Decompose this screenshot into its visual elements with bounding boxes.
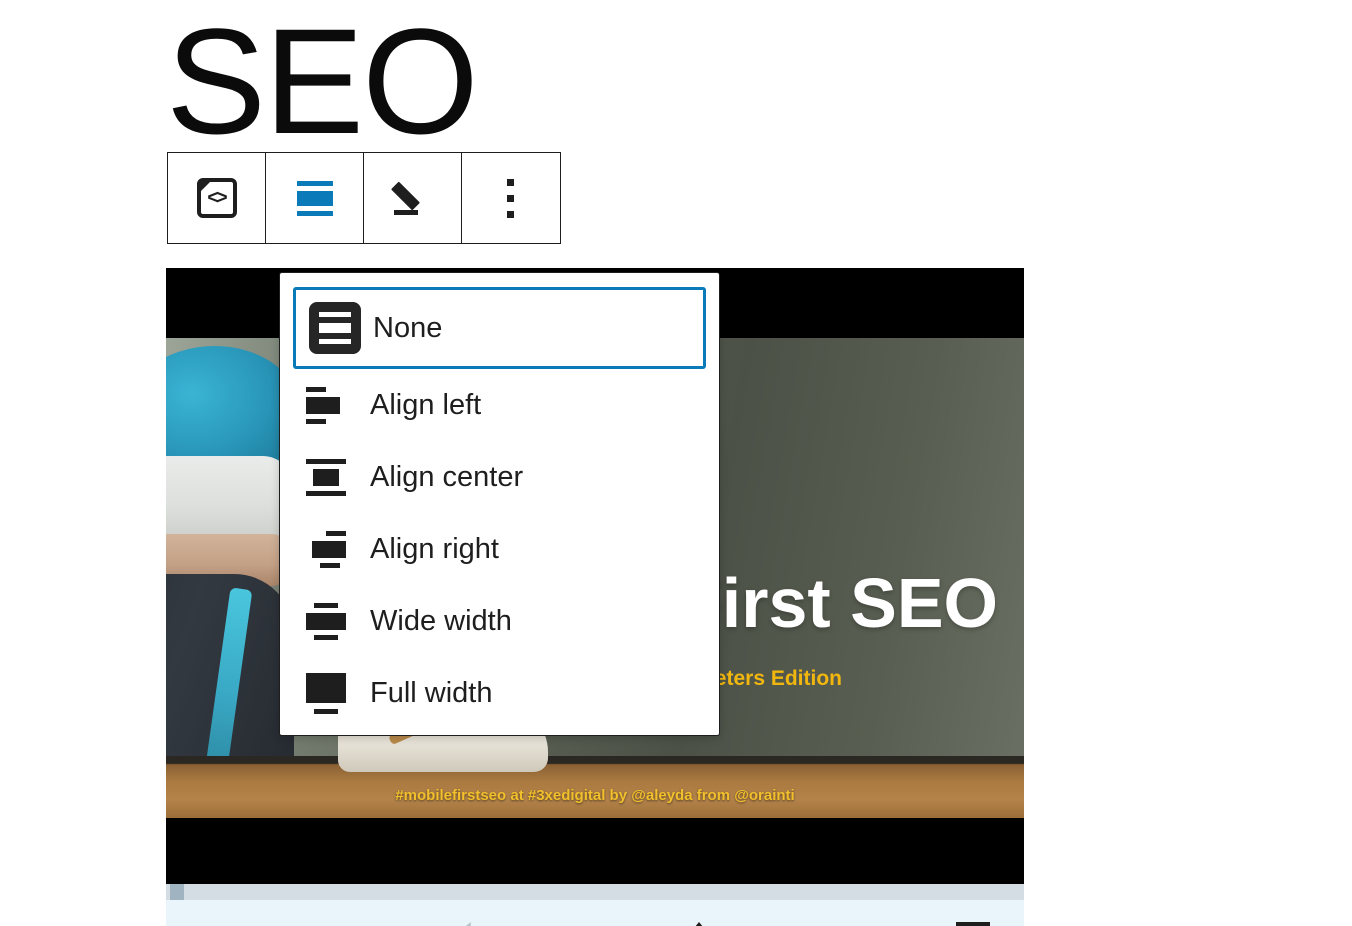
align-none-icon-shape	[309, 302, 361, 354]
dot-3	[507, 210, 514, 218]
center-icon-block	[313, 468, 339, 486]
none-icon-bar-top	[319, 312, 351, 317]
align-right-icon-shape	[306, 530, 346, 568]
full-icon-block	[306, 672, 346, 703]
align-center-icon	[306, 458, 358, 496]
menu-item-full-width[interactable]: Full width	[280, 657, 719, 729]
align-center-icon-shape	[306, 458, 346, 496]
slide-caption: #mobilefirstseo at #3xedigital by @aleyd…	[395, 787, 795, 804]
right-icon-bar-top	[326, 530, 346, 536]
menu-item-wide-width-label: Wide width	[370, 605, 512, 637]
align-none-icon	[309, 302, 361, 354]
center-icon-bar-bottom	[306, 490, 346, 496]
align-full-icon-shape	[306, 672, 346, 714]
slide-subtitle: keters Edition	[703, 667, 842, 690]
menu-item-full-width-label: Full width	[370, 677, 493, 709]
right-icon-block	[312, 540, 346, 558]
dot-2	[507, 194, 514, 202]
none-icon-bar-mid	[319, 323, 351, 333]
left-icon-bar-bottom	[306, 418, 326, 424]
expand-corner-top-right	[972, 922, 990, 926]
wide-icon-bar-bottom	[314, 634, 338, 640]
code-icon-chevrons: <>	[207, 187, 227, 209]
menu-item-align-left[interactable]: Align left	[280, 369, 719, 441]
align-icon-line-mid	[296, 190, 333, 206]
center-icon-bar-top	[306, 458, 346, 464]
change-alignment-button[interactable]	[266, 153, 364, 243]
block-toolbar[interactable]: <>	[167, 152, 561, 244]
volume-icon[interactable]	[461, 922, 471, 926]
vertical-dots-icon	[507, 178, 515, 218]
pencil-icon-body	[390, 181, 420, 211]
wide-icon-bar-top	[314, 602, 338, 608]
fullscreen-expand-icon[interactable]	[956, 922, 990, 926]
menu-item-align-center-label: Align center	[370, 461, 524, 493]
menu-item-none[interactable]: None	[293, 287, 706, 369]
align-wide-icon	[306, 602, 358, 640]
align-icon-line-bottom	[296, 210, 333, 216]
dot-1	[507, 178, 514, 186]
menu-item-wide-width[interactable]: Wide width	[280, 585, 719, 657]
wide-icon-block	[306, 612, 346, 630]
align-left-icon	[306, 386, 358, 424]
menu-item-none-label: None	[373, 312, 443, 344]
pencil-icon	[390, 179, 432, 217]
menu-item-align-right[interactable]: Align right	[280, 513, 719, 585]
code-block-icon: <>	[196, 178, 237, 218]
align-full-icon	[306, 672, 358, 714]
align-right-icon	[306, 530, 358, 568]
video-progress-handle[interactable]	[170, 884, 184, 900]
alignment-dropdown-menu[interactable]: None Align left Align center Align right…	[279, 272, 720, 736]
full-icon-bar-bottom	[314, 708, 338, 714]
right-icon-bar-bottom	[320, 562, 340, 568]
menu-item-align-center[interactable]: Align center	[280, 441, 719, 513]
align-icon	[296, 180, 333, 216]
block-type-code-button[interactable]: <>	[168, 153, 266, 243]
edit-button[interactable]	[364, 153, 462, 243]
more-options-button[interactable]	[462, 153, 560, 243]
left-icon-bar-top	[306, 386, 326, 392]
slide-title: First SEO	[679, 564, 998, 642]
video-control-bar[interactable]	[166, 900, 1024, 926]
align-icon-line-top	[296, 180, 333, 186]
page-title: SEO	[166, 0, 479, 165]
pencil-icon-base	[393, 210, 418, 215]
menu-item-align-right-label: Align right	[370, 533, 499, 565]
caret-up-icon[interactable]	[690, 922, 708, 926]
video-progress-bar[interactable]	[166, 884, 1024, 900]
align-wide-icon-shape	[306, 602, 346, 640]
align-left-icon-shape	[306, 386, 346, 424]
left-icon-block	[306, 396, 340, 414]
none-icon-bar-bottom	[319, 339, 351, 344]
menu-item-align-left-label: Align left	[370, 389, 482, 421]
